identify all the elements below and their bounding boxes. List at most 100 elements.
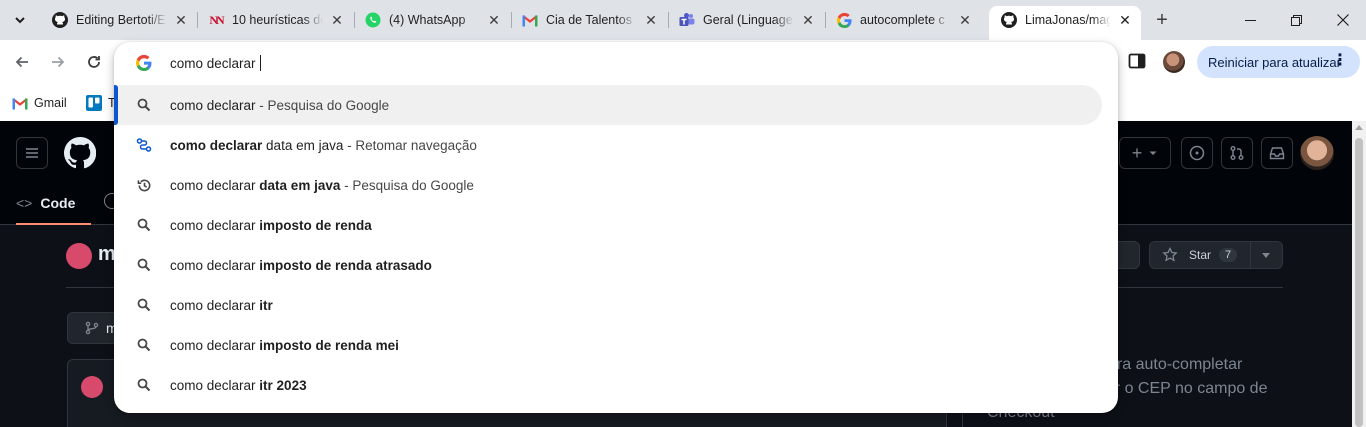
side-panel-icon[interactable]: [1128, 52, 1146, 70]
tab-title: LimaJonas/mag: [1025, 13, 1111, 27]
suggestion-text-bold: imposto de renda mei: [259, 337, 399, 353]
address-bar-query: como declarar: [170, 55, 260, 71]
history-icon: [136, 177, 152, 193]
create-new-button[interactable]: +: [1119, 137, 1171, 169]
search-icon: [136, 257, 152, 273]
forward-arrow-icon: [52, 56, 65, 68]
close-icon[interactable]: ✕: [173, 12, 189, 28]
suggestion-text-bold: itr 2023: [259, 377, 307, 393]
tab-cia-talentos[interactable]: Cia de Talentos | ✕: [510, 6, 667, 34]
suggestion-text: como declarar: [170, 257, 260, 273]
gmail-icon: [12, 97, 28, 109]
user-avatar[interactable]: [1300, 136, 1334, 170]
suggestion-item[interactable]: como declarar imposto de renda atrasado: [114, 245, 1118, 285]
minimize-icon: [1244, 19, 1256, 21]
git-pull-request-icon: [1230, 146, 1244, 160]
nn-icon: NN: [209, 12, 224, 27]
search-icon: [136, 377, 152, 393]
forward-button[interactable]: [46, 50, 70, 74]
github-logo-icon[interactable]: [64, 137, 96, 169]
tab-title: Geral (Linguage: [703, 13, 793, 27]
close-icon[interactable]: ✕: [643, 12, 659, 28]
page-scrollbar[interactable]: [1352, 121, 1366, 427]
suggestion-text: como declarar: [170, 217, 260, 233]
restore-button[interactable]: [1273, 0, 1319, 40]
suggestion-item[interactable]: como declarar data em java - Retomar nav…: [114, 125, 1118, 165]
plus-icon: +: [1131, 142, 1143, 163]
suggestion-item[interactable]: como declarar imposto de renda mei: [114, 325, 1118, 365]
pull-requests-button[interactable]: [1221, 137, 1253, 169]
close-window-button[interactable]: [1320, 0, 1366, 40]
inbox-button[interactable]: [1261, 137, 1293, 169]
star-button[interactable]: Star 7: [1149, 241, 1283, 269]
more-menu-icon[interactable]: ⋮: [1332, 53, 1348, 69]
close-icon[interactable]: ✕: [1117, 12, 1133, 28]
suggestion-text-bold: imposto de renda: [259, 217, 372, 233]
bookmark-gmail[interactable]: Gmail: [12, 92, 67, 114]
google-icon: [836, 12, 852, 28]
repo-owner-avatar[interactable]: [66, 243, 92, 269]
suggestion-description: - Retomar navegação: [343, 137, 477, 153]
code-icon: <>: [16, 195, 33, 211]
minimize-button[interactable]: [1227, 0, 1273, 40]
star-count: 7: [1219, 248, 1238, 262]
back-button[interactable]: [10, 50, 34, 74]
search-icon: [136, 217, 152, 233]
suggestion-description: - Pesquisa do Google: [255, 97, 390, 113]
suggestion-text-bold: itr: [259, 297, 273, 313]
suggestion-text-bold: como declarar: [170, 137, 263, 153]
close-icon[interactable]: ✕: [800, 12, 816, 28]
search-icon: [136, 337, 152, 353]
tab-autocomplete[interactable]: autocomplete c ✕: [824, 6, 981, 34]
tab-editing-bertoti[interactable]: Editing Bertoti/E ✕: [40, 6, 197, 34]
scroll-up-icon[interactable]: [1355, 125, 1363, 130]
tab-limajonas-active[interactable]: LimaJonas/mag ✕: [989, 6, 1141, 40]
github-icon: [52, 12, 68, 28]
inbox-icon: [1269, 147, 1285, 160]
tab-strip: Editing Bertoti/E ✕ NN 10 heurísticas de…: [0, 0, 1366, 40]
github-icon: [1001, 12, 1017, 28]
profile-avatar[interactable]: [1163, 51, 1185, 73]
tab-search-button[interactable]: [8, 8, 32, 32]
suggestion-text: como declarar: [170, 177, 260, 193]
active-tab-underline: [16, 223, 92, 225]
suggestion-item[interactable]: como declarar data em java - Pesquisa do…: [114, 165, 1118, 205]
close-icon[interactable]: ✕: [486, 12, 502, 28]
update-restart-label: Reiniciar para atualizar: [1208, 54, 1341, 70]
tab-title: Cia de Talentos |: [546, 13, 637, 27]
close-icon[interactable]: ✕: [329, 12, 345, 28]
tab-geral-teams[interactable]: Geral (Linguage ✕: [667, 6, 824, 34]
close-icon[interactable]: ✕: [957, 12, 973, 28]
issues-button[interactable]: [1181, 137, 1213, 169]
suggestion-text-bold: imposto de renda atrasado: [259, 257, 432, 273]
chevron-down-icon[interactable]: [1262, 253, 1270, 258]
journey-icon: [136, 137, 152, 153]
tab-title: 10 heurísticas de: [232, 13, 323, 27]
suggestion-text: como declarar: [170, 297, 260, 313]
hamburger-menu-button[interactable]: [16, 137, 48, 169]
teams-icon: [679, 12, 695, 28]
suggestion-item[interactable]: como declarar imposto de renda: [114, 205, 1118, 245]
address-bar-input[interactable]: como declarar: [170, 54, 262, 72]
suggestion-text: como declarar: [170, 337, 260, 353]
suggestion-item[interactable]: como declarar - Pesquisa do Google: [114, 85, 1102, 125]
new-tab-button[interactable]: +: [1150, 8, 1174, 32]
tab-code[interactable]: <> Code: [16, 181, 92, 225]
update-restart-button[interactable]: Reiniciar para atualizar ⋮: [1197, 46, 1360, 78]
suggestion-item[interactable]: como declarar itr 2023: [114, 365, 1118, 405]
star-icon: [1162, 247, 1178, 262]
commit-author-avatar[interactable]: [81, 376, 103, 398]
scrollbar-thumb[interactable]: [1355, 138, 1363, 427]
tab-heuristicas[interactable]: NN 10 heurísticas de ✕: [196, 6, 353, 34]
suggestion-item[interactable]: como declarar itr: [114, 285, 1118, 325]
google-icon: [136, 55, 152, 71]
tab-whatsapp[interactable]: (4) WhatsApp ✕: [353, 6, 510, 34]
reload-button[interactable]: [82, 50, 106, 74]
bookmark-trello[interactable]: T: [86, 92, 116, 114]
chevron-down-icon: [1149, 151, 1157, 155]
trello-icon: [86, 95, 102, 111]
whatsapp-icon: [365, 12, 381, 28]
chevron-down-icon: [15, 17, 25, 24]
search-icon: [136, 97, 152, 113]
star-divider: [1250, 242, 1251, 268]
